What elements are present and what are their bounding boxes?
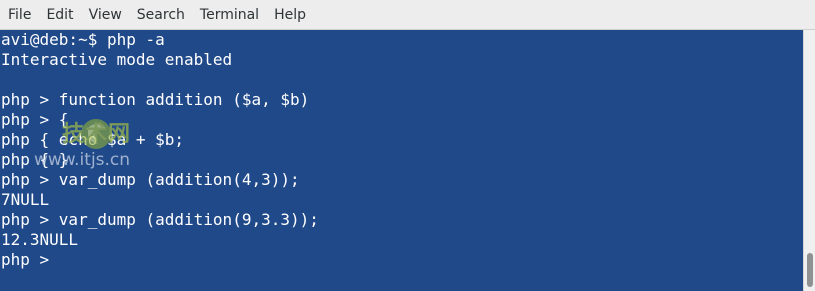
terminal-line-2: Interactive mode enabled <box>1 50 233 69</box>
menu-edit[interactable]: Edit <box>38 0 80 30</box>
menu-help[interactable]: Help <box>266 0 313 30</box>
terminal-line-4: php > function addition ($a, $b) <box>1 90 310 109</box>
terminal-line-7: php { } <box>1 150 69 169</box>
terminal-output[interactable]: avi@deb:~$ php -a Interactive mode enabl… <box>0 30 803 291</box>
terminal-line-1: avi@deb:~$ php -a <box>1 30 165 49</box>
terminal-cursor <box>59 250 68 268</box>
terminal-window: File Edit View Search Terminal Help avi@… <box>0 0 815 291</box>
menu-search[interactable]: Search <box>129 0 192 30</box>
menu-view[interactable]: View <box>81 0 129 30</box>
terminal-scrollbar[interactable] <box>803 30 815 291</box>
menu-terminal[interactable]: Terminal <box>192 0 266 30</box>
terminal-line-11: 12.3NULL <box>1 230 79 249</box>
terminal-prompt: php > <box>1 250 59 269</box>
menu-bar: File Edit View Search Terminal Help <box>0 0 815 30</box>
terminal-prompt-line[interactable]: php > <box>1 250 803 270</box>
terminal-line-8: php > var_dump (addition(4,3)); <box>1 170 300 189</box>
terminal-line-5: php > { <box>1 110 69 129</box>
terminal-line-9: 7NULL <box>1 190 50 209</box>
terminal-line-6: php { echo $a + $b; <box>1 130 185 149</box>
terminal-line-10: php > var_dump (addition(9,3.3)); <box>1 210 319 229</box>
scrollbar-thumb[interactable] <box>807 253 813 287</box>
menu-file[interactable]: File <box>0 0 38 30</box>
terminal-line-3 <box>1 70 803 90</box>
